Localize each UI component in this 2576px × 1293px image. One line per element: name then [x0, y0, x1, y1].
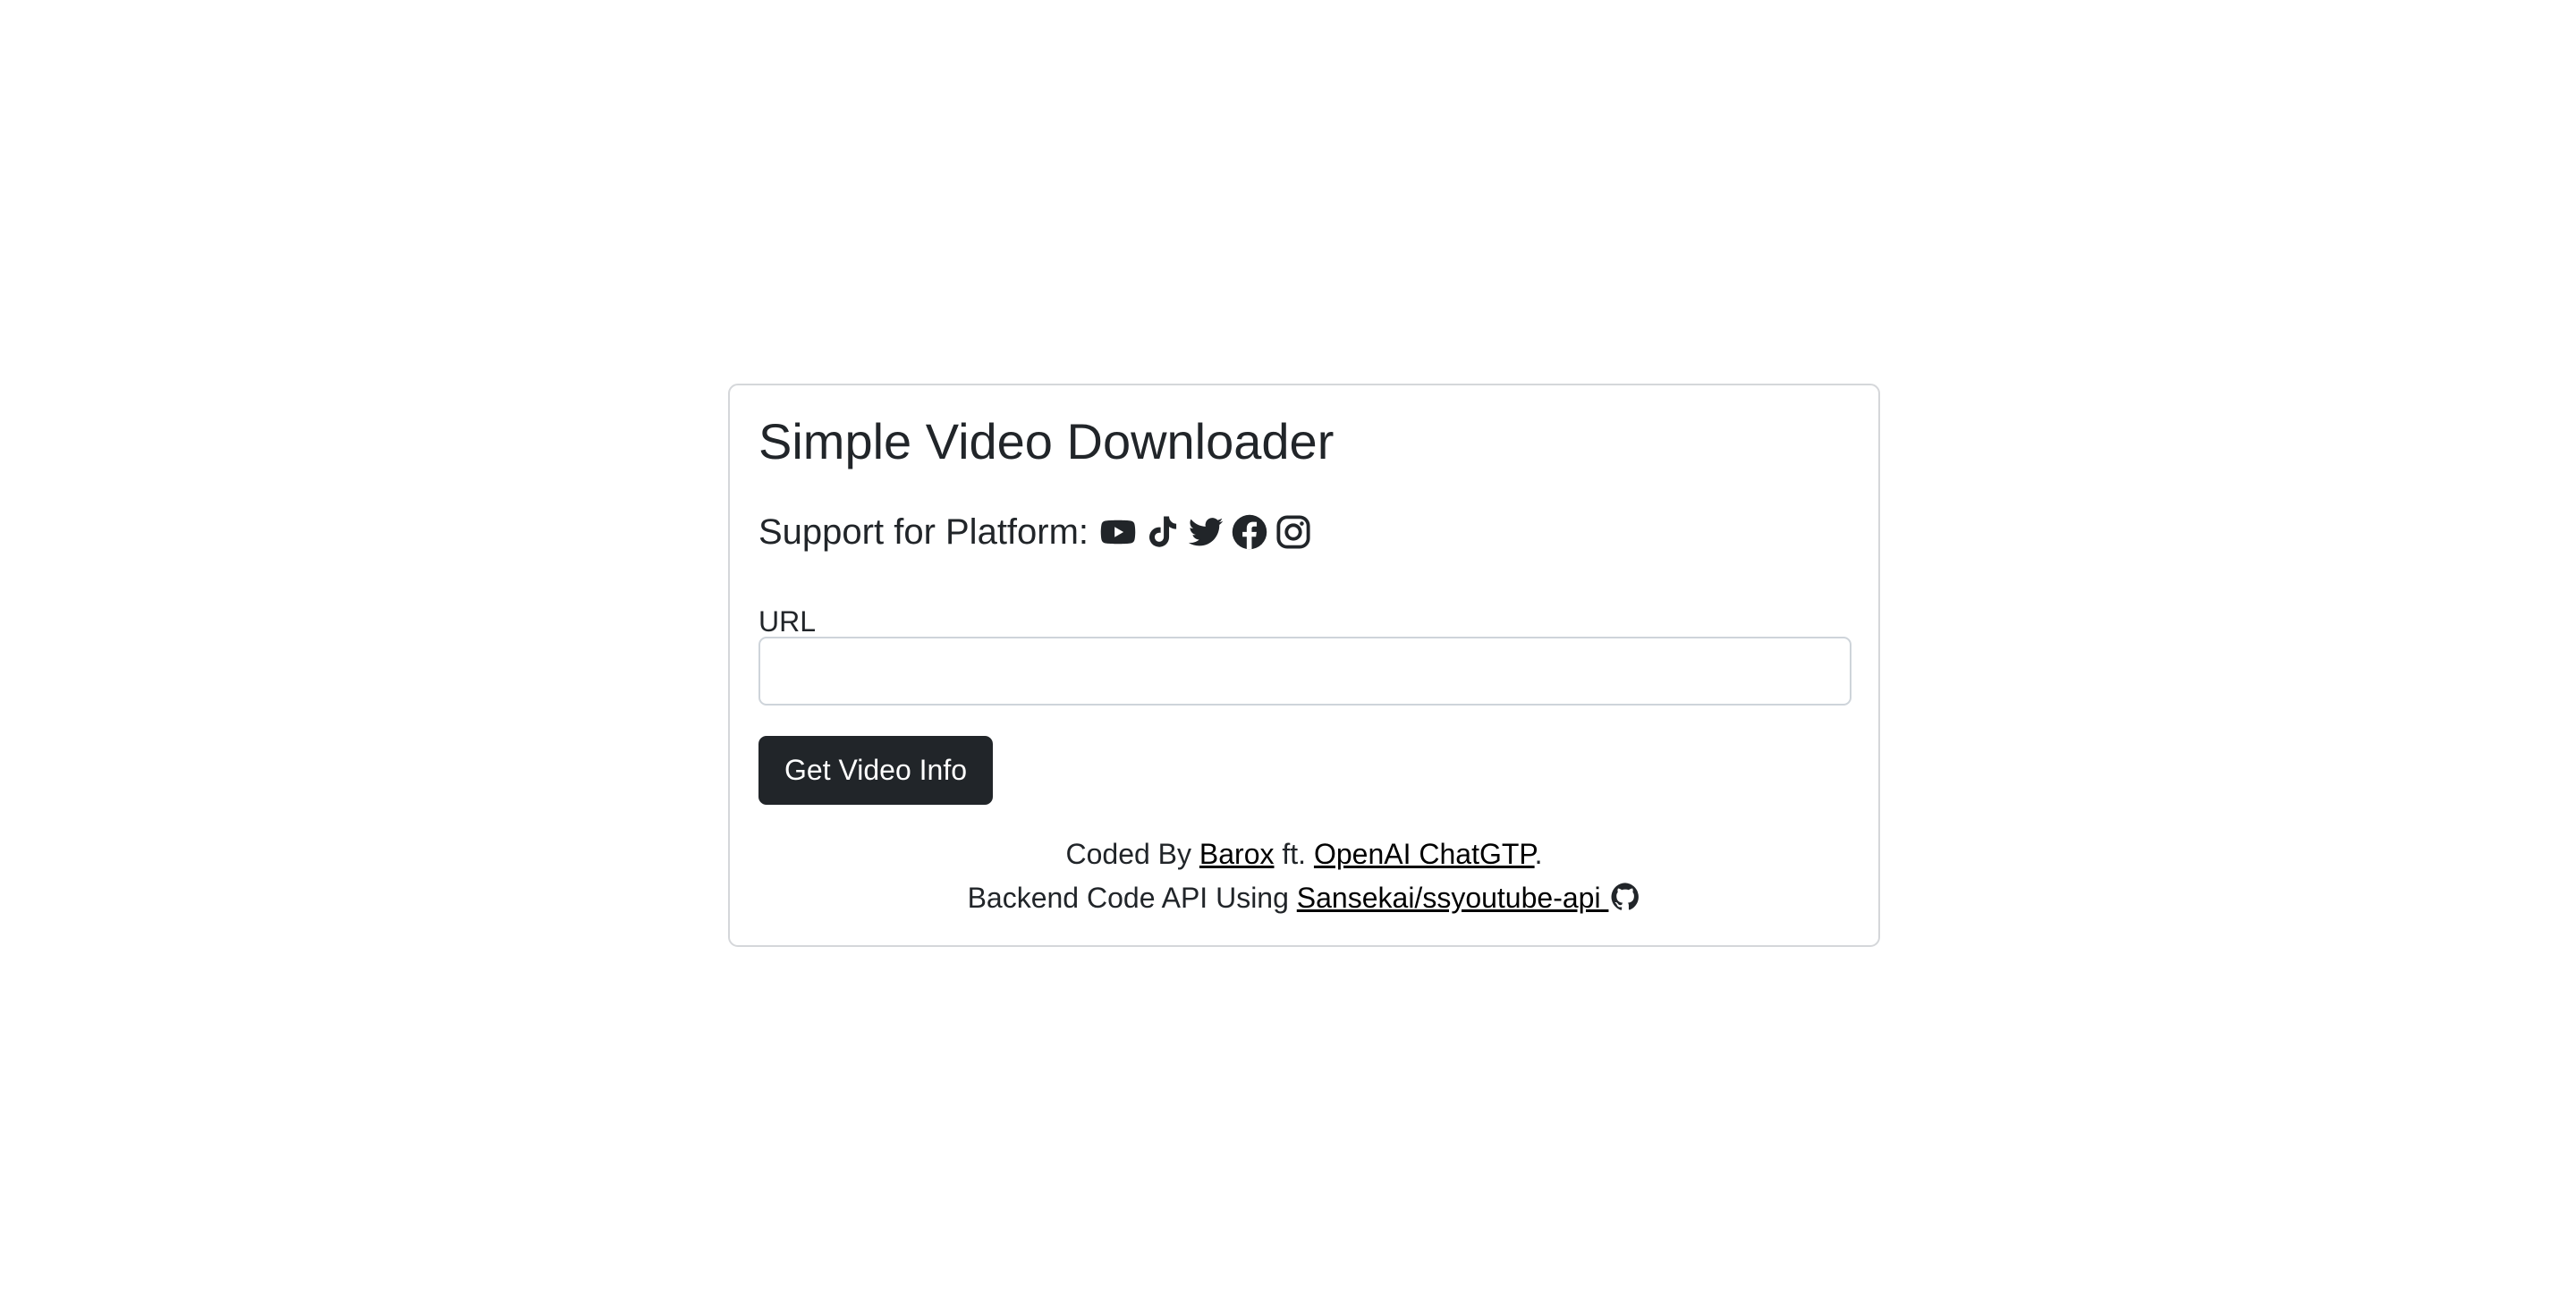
youtube-icon	[1098, 512, 1138, 552]
footer-credits-line: Coded By Barox ft. OpenAI ChatGTP.	[758, 832, 1850, 876]
url-input[interactable]	[758, 637, 1852, 706]
github-icon	[1610, 881, 1640, 911]
twitter-icon	[1186, 512, 1225, 552]
platform-label: Support for Platform:	[758, 512, 1089, 552]
platform-support-row: Support for Platform:	[758, 507, 1318, 557]
backend-prefix: Backend Code API Using	[967, 882, 1289, 914]
get-video-info-button[interactable]: Get Video Info	[758, 736, 993, 805]
page-title: Simple Video Downloader	[758, 413, 1335, 469]
footer: Coded By Barox ft. OpenAI ChatGTP. Backe…	[758, 832, 1850, 920]
credits-suffix: .	[1534, 838, 1543, 870]
tiktok-icon	[1142, 512, 1182, 552]
repo-link-label: Sansekai/ssyoutube-api	[1296, 882, 1601, 914]
author-link[interactable]: Barox	[1199, 838, 1275, 870]
credits-middle: ft.	[1282, 838, 1307, 870]
footer-backend-line: Backend Code API Using Sansekai/ssyoutub…	[758, 876, 1850, 920]
card-body: Simple Video Downloader Support for Plat…	[758, 385, 1852, 945]
facebook-icon	[1230, 512, 1269, 552]
instagram-icon	[1274, 512, 1313, 552]
openai-link[interactable]: OpenAI ChatGTP	[1314, 838, 1535, 870]
repo-link[interactable]: Sansekai/ssyoutube-api	[1297, 882, 1641, 914]
credits-prefix: Coded By	[1065, 838, 1192, 870]
platform-icons	[1098, 512, 1318, 552]
downloader-card: Simple Video Downloader Support for Plat…	[728, 384, 1880, 947]
